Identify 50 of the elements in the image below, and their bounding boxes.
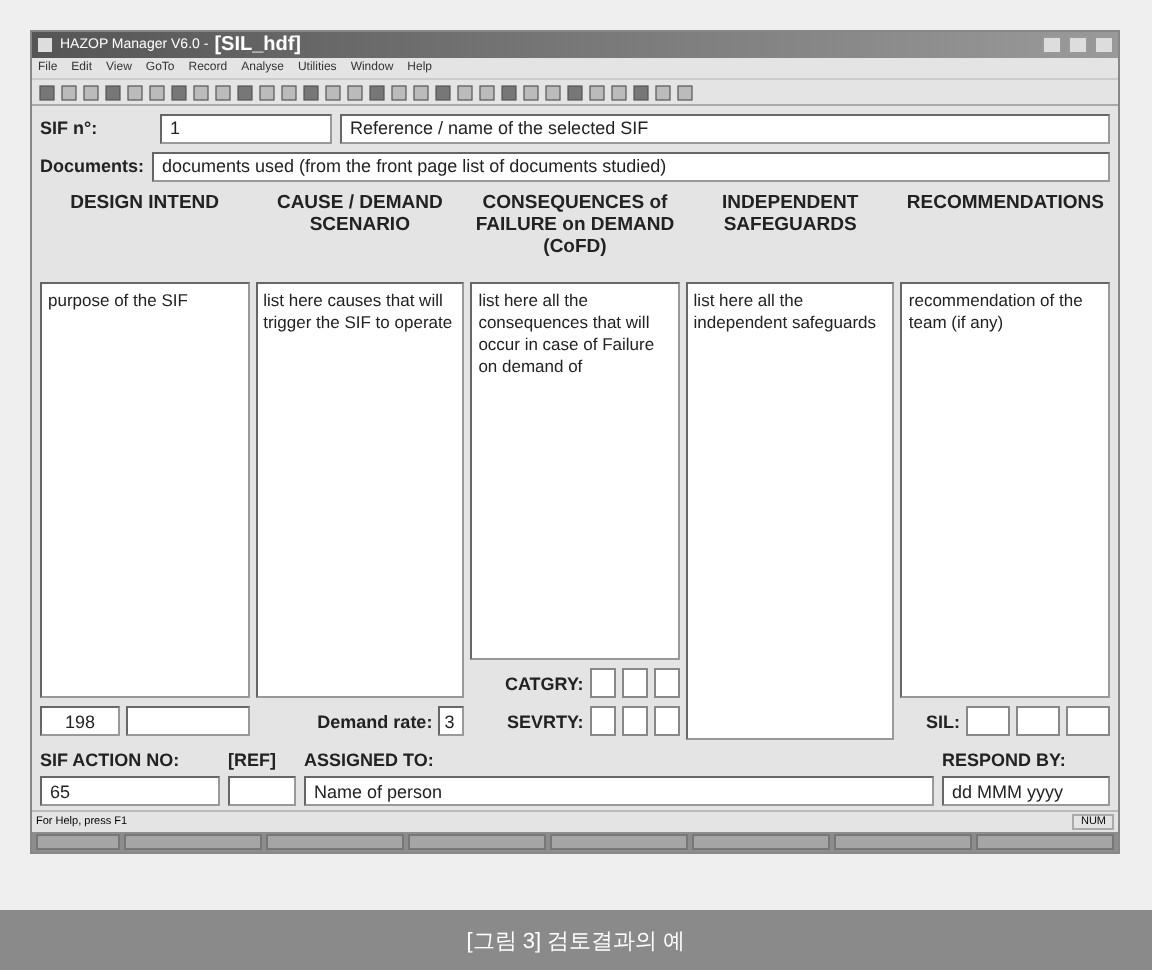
column-heading: DESIGN INTEND [68,190,222,214]
catgry-label: CATGRY: [504,673,584,693]
sif-number-label: SIF n°: [40,118,100,138]
input-field[interactable] [589,706,616,736]
text-area[interactable]: list here all the independent safeguards [685,282,895,740]
taskbar-button[interactable] [550,834,689,850]
assigned-to-field[interactable]: Name of person [304,776,934,806]
documents-field[interactable]: documents used (from the front page list of documents studied) [152,151,1110,181]
sif-number-field[interactable]: 1 [160,113,332,143]
demand-rate-field[interactable]: 3 [438,706,465,736]
input-field[interactable] [653,706,680,736]
action-number-label: SIF ACTION NO: [40,750,182,770]
column-heading: RECOMMENDATIONS [904,190,1106,214]
figure-caption: [그림 3] 검토결과의 예 [0,910,1152,970]
input-field[interactable] [621,668,648,698]
start-button[interactable] [36,834,121,850]
taskbar-button[interactable] [266,834,405,850]
taskbar-button[interactable] [692,834,831,850]
input-field[interactable] [589,668,616,698]
text-area[interactable]: list here causes that will trigger the SIF to operate [255,282,465,698]
text-area[interactable]: list here all the consequences that will occur in case of Failure on demand of [470,282,680,660]
input-field[interactable] [653,668,680,698]
demand-rate-label: Demand rate: [317,711,433,731]
documents-label: Documents: [40,156,145,176]
input-field[interactable] [126,706,250,736]
assigned-to-label: ASSIGNED TO: [304,750,436,770]
column-heading: CONSEQUENCES of FAILURE on DEMAND (CoFD) [473,190,677,258]
document-title: [SIL_hdf] [214,34,302,56]
respond-by-field[interactable]: dd MMM yyyy [942,776,1110,806]
input-field[interactable] [1065,706,1110,736]
sil-label: SIL: [925,711,960,731]
input-field[interactable] [621,706,648,736]
text-area[interactable]: purpose of the SIF [40,282,250,698]
respond-by-label: RESPOND BY: [942,750,1068,770]
sif-reference-field[interactable]: Reference / name of the selected SIF [340,113,1110,143]
column-heading: INDEPENDENT SAFEGUARDS [720,190,861,236]
taskbar-button[interactable] [976,834,1114,850]
taskbar-button[interactable] [834,834,972,850]
text-area[interactable]: recommendation of the team (if any) [900,282,1110,698]
taskbar-button[interactable] [124,834,263,850]
input-field[interactable] [1015,706,1060,736]
taskbar-button[interactable] [408,834,547,850]
column-heading: CAUSE / DEMAND SCENARIO [274,190,445,236]
ref-field[interactable] [228,776,296,806]
app-icon [36,36,54,54]
input-field[interactable] [965,706,1010,736]
action-number-field[interactable]: 65 [40,776,220,806]
record-number-field[interactable]: 198 [40,706,120,736]
ref-label: [REF] [228,750,278,770]
sevrty-label: SEVRTY: [506,711,584,731]
